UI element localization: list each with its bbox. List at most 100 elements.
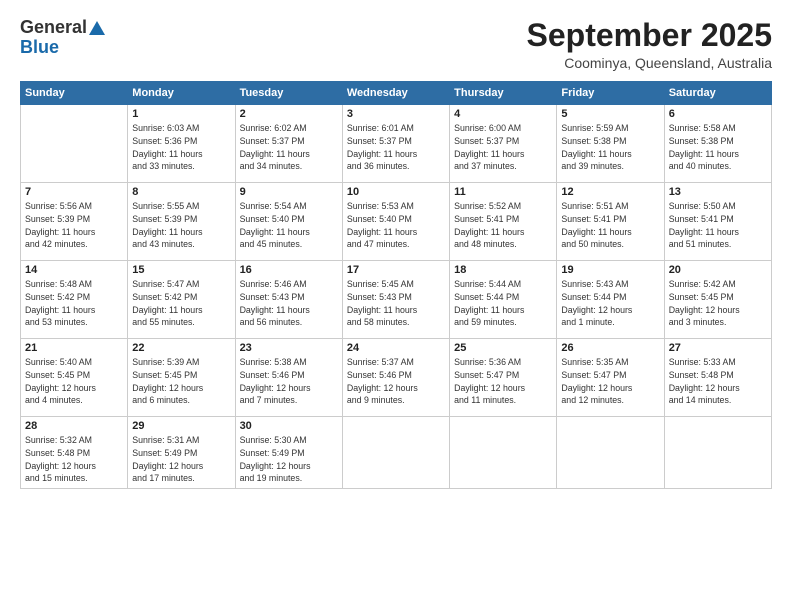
calendar-cell-w5-d1: 28 Sunrise: 5:32 AM Sunset: 5:48 PM Dayli…: [21, 417, 128, 489]
col-header-thursday: Thursday: [450, 82, 557, 105]
col-header-saturday: Saturday: [664, 82, 771, 105]
day-info: Sunrise: 5:37 AM Sunset: 5:46 PM Dayligh…: [347, 356, 445, 407]
calendar-cell-w3-d1: 14 Sunrise: 5:48 AM Sunset: 5:42 PM Dayli…: [21, 261, 128, 339]
day-info: Sunrise: 5:52 AM Sunset: 5:41 PM Dayligh…: [454, 200, 552, 251]
calendar-cell-w1-d2: 1 Sunrise: 6:03 AM Sunset: 5:36 PM Daylig…: [128, 105, 235, 183]
header: General Blue September 2025 Coominya, Qu…: [20, 18, 772, 71]
col-header-tuesday: Tuesday: [235, 82, 342, 105]
day-number: 8: [132, 186, 230, 198]
calendar-cell-w5-d2: 29Sunrise: 5:31 AM Sunset: 5:49 PM Dayli…: [128, 417, 235, 489]
calendar-cell-w4-d6: 26 Sunrise: 5:35 AM Sunset: 5:47 PM Dayli…: [557, 339, 664, 417]
day-number: 15: [132, 264, 230, 276]
calendar-cell-w1-d6: 5 Sunrise: 5:59 AM Sunset: 5:38 PM Daylig…: [557, 105, 664, 183]
calendar-week-2: 7 Sunrise: 5:56 AM Sunset: 5:39 PM Daylig…: [21, 183, 772, 261]
day-number: 17: [347, 264, 445, 276]
col-header-monday: Monday: [128, 82, 235, 105]
day-info: Sunrise: 5:50 AM Sunset: 5:41 PM Dayligh…: [669, 200, 767, 251]
day-info: Sunrise: 5:32 AM Sunset: 5:48 PM Dayligh…: [25, 434, 123, 485]
day-info: Sunrise: 5:30 AM Sunset: 5:49 PM Dayligh…: [240, 434, 338, 485]
day-info: Sunrise: 5:39 AM Sunset: 5:45 PM Dayligh…: [132, 356, 230, 407]
day-info: Sunrise: 5:58 AM Sunset: 5:38 PM Dayligh…: [669, 122, 767, 173]
day-info: Sunrise: 6:02 AM Sunset: 5:37 PM Dayligh…: [240, 122, 338, 173]
day-info: Sunrise: 5:59 AM Sunset: 5:38 PM Dayligh…: [561, 122, 659, 173]
day-number: 11: [454, 186, 552, 198]
logo-blue-text: Blue: [20, 38, 59, 58]
day-info: Sunrise: 5:43 AM Sunset: 5:44 PM Dayligh…: [561, 278, 659, 329]
day-number: 5: [561, 108, 659, 120]
day-info: Sunrise: 5:47 AM Sunset: 5:42 PM Dayligh…: [132, 278, 230, 329]
calendar-cell-w2-d5: 11 Sunrise: 5:52 AM Sunset: 5:41 PM Dayli…: [450, 183, 557, 261]
day-number: 12: [561, 186, 659, 198]
calendar-cell-w1-d7: 6Sunrise: 5:58 AM Sunset: 5:38 PM Daylig…: [664, 105, 771, 183]
calendar-cell-w5-d5: [450, 417, 557, 489]
day-info: Sunrise: 6:03 AM Sunset: 5:36 PM Dayligh…: [132, 122, 230, 173]
day-number: 1: [132, 108, 230, 120]
day-info: Sunrise: 5:40 AM Sunset: 5:45 PM Dayligh…: [25, 356, 123, 407]
day-number: 9: [240, 186, 338, 198]
day-number: 3: [347, 108, 445, 120]
day-info: Sunrise: 5:48 AM Sunset: 5:42 PM Dayligh…: [25, 278, 123, 329]
day-number: 29: [132, 420, 230, 432]
day-info: Sunrise: 5:35 AM Sunset: 5:47 PM Dayligh…: [561, 356, 659, 407]
calendar-cell-w1-d3: 2 Sunrise: 6:02 AM Sunset: 5:37 PM Daylig…: [235, 105, 342, 183]
calendar-cell-w5-d4: [342, 417, 449, 489]
day-info: Sunrise: 5:45 AM Sunset: 5:43 PM Dayligh…: [347, 278, 445, 329]
day-number: 24: [347, 342, 445, 354]
col-header-wednesday: Wednesday: [342, 82, 449, 105]
calendar-week-5: 28 Sunrise: 5:32 AM Sunset: 5:48 PM Dayli…: [21, 417, 772, 489]
day-info: Sunrise: 5:56 AM Sunset: 5:39 PM Dayligh…: [25, 200, 123, 251]
day-number: 27: [669, 342, 767, 354]
page: General Blue September 2025 Coominya, Qu…: [0, 0, 792, 612]
day-info: Sunrise: 5:54 AM Sunset: 5:40 PM Dayligh…: [240, 200, 338, 251]
day-number: 14: [25, 264, 123, 276]
logo-triangle-icon: [89, 20, 105, 36]
calendar-cell-w4-d3: 23 Sunrise: 5:38 AM Sunset: 5:46 PM Dayli…: [235, 339, 342, 417]
calendar-cell-w1-d1: [21, 105, 128, 183]
calendar-cell-w1-d4: 3 Sunrise: 6:01 AM Sunset: 5:37 PM Daylig…: [342, 105, 449, 183]
calendar-cell-w3-d7: 20 Sunrise: 5:42 AM Sunset: 5:45 PM Dayli…: [664, 261, 771, 339]
col-header-friday: Friday: [557, 82, 664, 105]
day-info: Sunrise: 5:33 AM Sunset: 5:48 PM Dayligh…: [669, 356, 767, 407]
day-info: Sunrise: 5:44 AM Sunset: 5:44 PM Dayligh…: [454, 278, 552, 329]
month-title: September 2025: [527, 18, 772, 53]
calendar-cell-w3-d4: 17 Sunrise: 5:45 AM Sunset: 5:43 PM Dayli…: [342, 261, 449, 339]
calendar-cell-w4-d7: 27 Sunrise: 5:33 AM Sunset: 5:48 PM Dayli…: [664, 339, 771, 417]
calendar-cell-w3-d2: 15 Sunrise: 5:47 AM Sunset: 5:42 PM Dayli…: [128, 261, 235, 339]
day-number: 20: [669, 264, 767, 276]
day-info: Sunrise: 5:36 AM Sunset: 5:47 PM Dayligh…: [454, 356, 552, 407]
calendar-cell-w5-d6: [557, 417, 664, 489]
calendar-cell-w2-d1: 7 Sunrise: 5:56 AM Sunset: 5:39 PM Daylig…: [21, 183, 128, 261]
day-number: 10: [347, 186, 445, 198]
day-info: Sunrise: 6:00 AM Sunset: 5:37 PM Dayligh…: [454, 122, 552, 173]
calendar-cell-w5-d3: 30 Sunrise: 5:30 AM Sunset: 5:49 PM Dayli…: [235, 417, 342, 489]
day-number: 26: [561, 342, 659, 354]
logo: General Blue: [20, 18, 105, 58]
calendar-cell-w4-d1: 21 Sunrise: 5:40 AM Sunset: 5:45 PM Dayli…: [21, 339, 128, 417]
day-number: 28: [25, 420, 123, 432]
day-number: 18: [454, 264, 552, 276]
day-number: 2: [240, 108, 338, 120]
calendar-cell-w4-d5: 25 Sunrise: 5:36 AM Sunset: 5:47 PM Dayli…: [450, 339, 557, 417]
calendar-cell-w3-d6: 19 Sunrise: 5:43 AM Sunset: 5:44 PM Dayli…: [557, 261, 664, 339]
day-number: 21: [25, 342, 123, 354]
calendar-cell-w2-d6: 12Sunrise: 5:51 AM Sunset: 5:41 PM Dayli…: [557, 183, 664, 261]
calendar-cell-w2-d4: 10Sunrise: 5:53 AM Sunset: 5:40 PM Dayli…: [342, 183, 449, 261]
calendar-cell-w4-d2: 22Sunrise: 5:39 AM Sunset: 5:45 PM Dayli…: [128, 339, 235, 417]
day-info: Sunrise: 5:42 AM Sunset: 5:45 PM Dayligh…: [669, 278, 767, 329]
day-number: 23: [240, 342, 338, 354]
calendar-week-1: 1 Sunrise: 6:03 AM Sunset: 5:36 PM Daylig…: [21, 105, 772, 183]
day-number: 19: [561, 264, 659, 276]
day-info: Sunrise: 5:55 AM Sunset: 5:39 PM Dayligh…: [132, 200, 230, 251]
day-number: 7: [25, 186, 123, 198]
calendar-week-3: 14 Sunrise: 5:48 AM Sunset: 5:42 PM Dayli…: [21, 261, 772, 339]
calendar-cell-w2-d7: 13Sunrise: 5:50 AM Sunset: 5:41 PM Dayli…: [664, 183, 771, 261]
day-info: Sunrise: 6:01 AM Sunset: 5:37 PM Dayligh…: [347, 122, 445, 173]
day-number: 25: [454, 342, 552, 354]
day-number: 30: [240, 420, 338, 432]
location: Coominya, Queensland, Australia: [527, 55, 772, 71]
calendar-week-4: 21 Sunrise: 5:40 AM Sunset: 5:45 PM Dayli…: [21, 339, 772, 417]
col-header-sunday: Sunday: [21, 82, 128, 105]
calendar-cell-w5-d7: [664, 417, 771, 489]
day-info: Sunrise: 5:38 AM Sunset: 5:46 PM Dayligh…: [240, 356, 338, 407]
day-number: 16: [240, 264, 338, 276]
